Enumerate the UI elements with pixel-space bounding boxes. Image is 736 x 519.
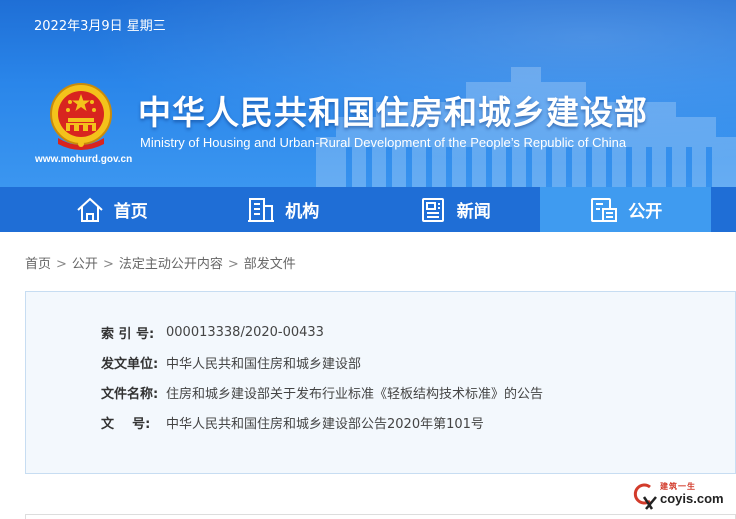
nav-item-news[interactable]: 新闻 [368,187,540,232]
ministry-title-chinese: 中华人民共和国住房和城乡建设部 [138,93,648,132]
nav-item-open-government[interactable]: 公开 [539,187,711,232]
newspaper-icon [417,196,449,224]
breadcrumb-separator: > [56,257,67,272]
info-row-document-number: 文 号: 中华人民共和国住房和城乡建设部公告2020年第101号 [101,412,484,432]
info-row-document-name: 文件名称: 住房和城乡建设部关于发布行业标准《轻板结构技术标准》的公告 [101,382,543,402]
info-value: 住房和城乡建设部关于发布行业标准《轻板结构技术标准》的公告 [166,386,544,402]
ministry-title-english: Ministry of Housing and Urban-Rural Deve… [140,135,627,150]
building-icon [245,196,277,224]
info-value: 中华人民共和国住房和城乡建设部 [166,356,362,372]
info-value: 中华人民共和国住房和城乡建设部公告2020年第101号 [166,416,484,432]
watermark: 建筑一生 coyis.com [630,480,730,510]
nav-item-label: 首页 [113,202,148,222]
info-label: 文 号: [101,416,151,432]
breadcrumb-item-open[interactable]: 公开 [72,257,98,272]
coyis-logo-icon [633,483,657,510]
breadcrumb-item-statutory-content[interactable]: 法定主动公开内容 [119,257,223,272]
document-info-panel: 索 引 号: 000013338/2020-00433 发文单位: 中华人民共和… [25,291,736,474]
breadcrumb-separator: > [227,257,239,272]
info-label: 索 引 号: [101,326,155,342]
breadcrumb-item-ministry-documents[interactable]: 部发文件 [244,257,296,272]
info-value: 000013338/2020-00433 [166,324,324,340]
main-nav: 首页 机构 新闻 公开 [0,187,736,232]
site-url[interactable]: www.mohurd.gov.cn [35,154,132,165]
breadcrumb-separator: > [102,257,114,272]
content-box [25,514,736,519]
nav-item-label: 公开 [628,202,663,222]
header-banner: 2022年3月9日 星期三 中华人民共和国住房和城乡建设部 Ministry o… [0,0,736,187]
breadcrumb-item-home[interactable]: 首页 [25,257,51,272]
home-icon [74,196,106,224]
info-label: 文件名称: [101,386,159,402]
nav-item-label: 新闻 [456,202,491,222]
document-open-icon [588,196,620,224]
current-date: 2022年3月9日 星期三 [34,19,166,34]
breadcrumb: 首页 > 公开 > 法定主动公开内容 > 部发文件 [25,253,296,272]
main-nav-items: 首页 机构 新闻 公开 [25,187,711,232]
nav-item-home[interactable]: 首页 [25,187,197,232]
info-row-issuing-unit: 发文单位: 中华人民共和国住房和城乡建设部 [101,352,361,372]
info-row-index-number: 索 引 号: 000013338/2020-00433 [101,322,324,342]
nav-item-label: 机构 [285,202,320,222]
national-emblem-icon [50,83,112,150]
info-label: 发文单位: [101,356,159,372]
nav-item-organization[interactable]: 机构 [197,187,369,232]
watermark-domain: coyis.com [660,491,724,506]
